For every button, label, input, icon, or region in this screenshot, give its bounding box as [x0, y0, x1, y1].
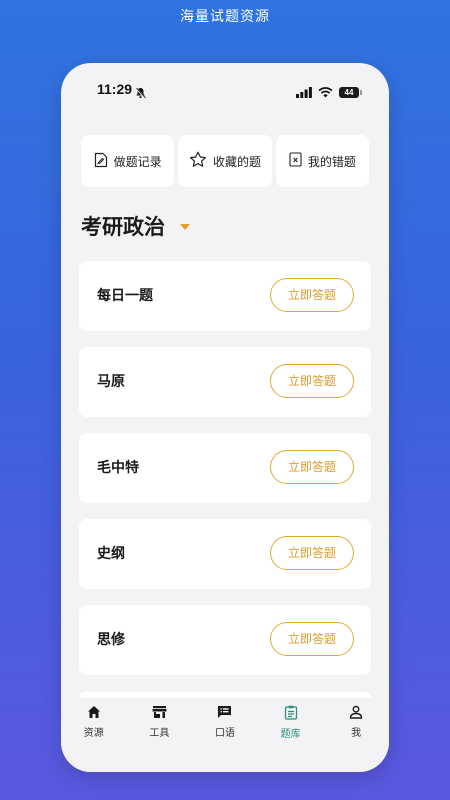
tab-label: 口语	[214, 728, 235, 739]
tab-label: 题库	[280, 729, 301, 740]
next-card-edge	[79, 692, 371, 698]
phone-frame: 11:29 44 做题记录 收藏的题 我的错题 考研政治 每日一题 立即答题 马…	[61, 63, 389, 772]
caret-down-icon	[180, 224, 190, 230]
tab-label: 资源	[83, 728, 104, 739]
tab-resources[interactable]: 资源	[61, 705, 127, 740]
start-answer-button[interactable]: 立即答题	[270, 622, 354, 656]
chat-icon	[217, 705, 232, 722]
subject-selector[interactable]: 考研政治	[81, 211, 190, 241]
quick-action-mistakes[interactable]: 我的错题	[275, 135, 369, 187]
home-icon	[87, 705, 101, 722]
status-bar: 11:29 44	[61, 81, 389, 101]
category-name: 思修	[97, 632, 125, 648]
document-edit-icon	[94, 152, 108, 171]
quick-action-history[interactable]: 做题记录	[81, 135, 175, 187]
quick-action-label: 我的错题	[307, 154, 356, 169]
store-icon	[152, 705, 167, 722]
category-card: 思修 立即答题	[79, 605, 371, 675]
clipboard-icon	[284, 705, 298, 723]
tab-label: 工具	[149, 728, 170, 739]
category-card: 每日一题 立即答题	[79, 261, 371, 331]
status-time: 11:29	[97, 81, 133, 97]
subject-title: 考研政治	[81, 215, 165, 239]
start-answer-button[interactable]: 立即答题	[270, 450, 354, 484]
signal-icon	[296, 83, 312, 102]
app-banner-title: 海量试题资源	[180, 9, 270, 25]
category-card: 毛中特 立即答题	[79, 433, 371, 503]
tab-me[interactable]: 我	[323, 705, 389, 740]
category-list: 每日一题 立即答题 马原 立即答题 毛中特 立即答题 史纲 立即答题 思修 立即…	[79, 261, 371, 691]
category-name: 毛中特	[97, 460, 139, 476]
tab-tools[interactable]: 工具	[127, 705, 193, 740]
start-answer-button[interactable]: 立即答题	[270, 364, 354, 398]
quick-actions: 做题记录 收藏的题 我的错题	[81, 135, 369, 187]
wifi-icon	[318, 83, 333, 102]
bell-muted-icon	[135, 84, 146, 103]
person-icon	[349, 705, 363, 722]
category-card: 马原 立即答题	[79, 347, 371, 417]
tab-speaking[interactable]: 口语	[192, 705, 258, 740]
wrong-answer-icon	[289, 152, 302, 170]
quick-action-label: 收藏的题	[212, 154, 261, 169]
quick-action-label: 做题记录	[113, 154, 162, 169]
category-name: 马原	[97, 374, 125, 390]
category-card: 史纲 立即答题	[79, 519, 371, 589]
tab-question-bank[interactable]: 题库	[258, 705, 324, 740]
tab-label: 我	[351, 728, 362, 739]
bottom-tab-bar: 资源 工具 口语 题库 我	[61, 692, 389, 772]
start-answer-button[interactable]: 立即答题	[270, 536, 354, 570]
star-icon	[189, 151, 207, 171]
category-name: 每日一题	[97, 288, 153, 304]
battery-icon: 44	[339, 87, 362, 98]
quick-action-favorites[interactable]: 收藏的题	[178, 135, 272, 187]
start-answer-button[interactable]: 立即答题	[270, 278, 354, 312]
category-name: 史纲	[97, 546, 125, 562]
